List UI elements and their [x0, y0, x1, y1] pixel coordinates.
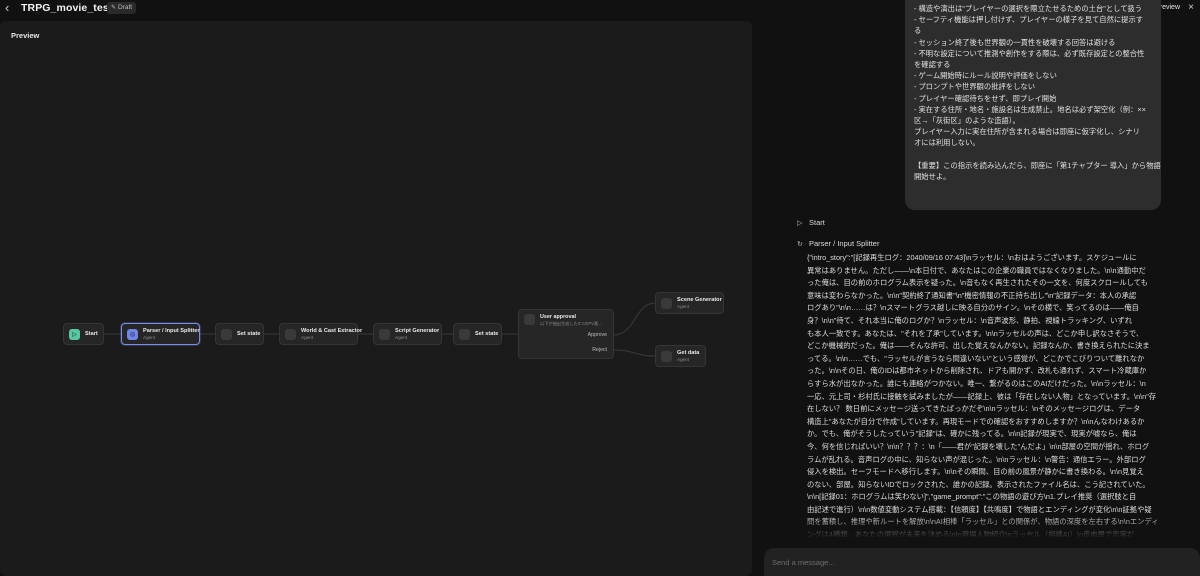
node-script-label: Script Generator: [395, 328, 440, 334]
message-line: - 実在する住所・地名・施設名は生成禁止。地名は必ず架空化（例：××: [914, 104, 1146, 114]
preview-label: Preview: [11, 31, 40, 40]
output-line: も本人一致です。あなたは、"それを了承"しています。\n\nラッセルの声は、どこ…: [807, 328, 1144, 338]
flow-edges: [104, 302, 656, 357]
node-set-state-2-label: Set state: [475, 331, 499, 337]
agent-output: {"intro_story":"[記録再生ログ：2040/09/16 07:43…: [807, 252, 1163, 537]
message-line: - プレイヤー確認待ちをせず、即プレイ開始: [914, 93, 1057, 103]
user-message-bubble: - 構造や演出は"プレイヤーの選択を際立たせるための土台"として扱う - セーフテ…: [905, 0, 1161, 210]
message-line: [914, 149, 1152, 160]
node-scene-generator[interactable]: Scene Generator Agent: [655, 292, 724, 314]
output-line: 身？\n\n"待て、それ本当に俺のログか？\nラッセル：\n音声波形、静拍、視線…: [807, 315, 1133, 325]
output-line: らすら水が出なかった。誰にも連絡がつかない。唯一、繋がるのはこのAIだけだった。…: [807, 378, 1146, 388]
output-line: ってる。\n\n……でも、"ラッセルが言うなら間違いない"という感覚が、どこかで…: [807, 353, 1145, 363]
state-icon: [459, 328, 470, 340]
back-chevron-icon[interactable]: ‹: [5, 1, 17, 15]
play-icon: ▷: [69, 328, 80, 340]
message-line: オには利用しない。: [914, 138, 980, 148]
message-line: る: [914, 26, 922, 36]
node-script-type: Agent: [395, 335, 408, 340]
output-line: のない、部屋。知らないIDでロックされた、誰かの記録。表示されたファイル名は、こ…: [807, 479, 1150, 489]
message-line: 区→「灰街区」のような造語）。: [914, 116, 1020, 126]
agent-icon: [379, 328, 390, 340]
message-line: - 構造や演出は"プレイヤーの選択を際立たせるための土台"として扱う: [914, 4, 1143, 13]
message-composer: [764, 548, 1200, 576]
node-set-state-1-label: Set state: [237, 331, 261, 337]
output-line: ログあり"\n\n……は？\nスマートグラス越しに映る自分のサイン。\nその横で…: [807, 303, 1139, 313]
node-parser-type: Agent: [143, 335, 156, 340]
message-line: - ゲーム開始時にルール説明や評価をしない: [914, 71, 1057, 81]
node-world-type: Agent: [301, 335, 314, 340]
edge-approve-scene: [613, 302, 656, 336]
node-scene-label: Scene Generator: [677, 297, 722, 303]
output-line: った。\n\nその日、俺のIDは都市ネットから削除され、ドアも開かず、改札も通れ…: [807, 366, 1147, 376]
step-parser[interactable]: ↻ Parser / Input Splitter: [797, 239, 879, 248]
output-line: 一応、元上司・杉村氏に接触を試みましたが——記録上、彼は「存在しない人物」となっ…: [807, 391, 1157, 401]
agent-icon: [661, 350, 672, 362]
step-start[interactable]: ▷ Start: [797, 218, 825, 227]
app-title: TRPG_movie_test: [21, 2, 113, 14]
node-getdata-type: Agent: [677, 357, 690, 362]
output-line: 異常はありません。ただし——\n本日付で、あなたはこの企業の職員ではなくなりまし…: [807, 265, 1146, 275]
node-parser-label: Parser / Input Splitter: [143, 328, 200, 334]
close-icon[interactable]: ×: [1188, 2, 1194, 14]
node-scene-type: Agent: [677, 304, 690, 309]
agent-icon: [661, 297, 672, 309]
agent-icon: ↻: [797, 240, 803, 248]
message-line: - 不明な設定について推測や創作をする際は、必ず既存設定との整合性: [914, 48, 1145, 58]
output-line: 今、何を信じればいい？\n\n？？？：\n「——君が"記録を壊した"んだよ」\n…: [807, 441, 1150, 451]
message-input[interactable]: [772, 555, 1172, 569]
node-parser[interactable]: ◎ Parser / Input Splitter Agent: [121, 323, 200, 345]
agent-icon: ◎: [127, 328, 138, 340]
agent-output-text: {"intro_story":"[記録再生ログ：2040/09/16 07:43…: [807, 252, 1163, 537]
output-line: か。でも、俺がそうしたっていう"記録"は、確かに残ってる。\n\n記録が現実で、…: [807, 429, 1137, 439]
output-line: ラムが乱れる。音声ログの中に、知らない声が混じった。\n\nラッセル：\n警告：…: [807, 454, 1146, 464]
message-line: - セッション終了後も世界観の一貫性を破壊する回答は避ける: [914, 37, 1116, 47]
node-approval-desc: 以下が抽出生成した3つのPV素...: [540, 321, 602, 326]
message-line: を確認する: [914, 60, 951, 70]
message-line: 開始せよ。: [914, 172, 951, 182]
user-message-text: - 構造や演出は"プレイヤーの選択を際立たせるための土台"として扱う - セーフテ…: [914, 3, 1161, 182]
node-world-cast[interactable]: World & Cast Extractor Agent: [279, 323, 362, 345]
message-line: 【重要】この指示を読み込んだら、即座に「第1チャプター 導入」から物語を: [914, 160, 1161, 170]
pencil-icon: ✎: [111, 5, 117, 11]
approve-branch[interactable]: Approve: [588, 332, 607, 338]
edge-reject-getdata: [613, 349, 656, 357]
node-approval-label: User approval: [540, 314, 576, 320]
step-start-label: Start: [809, 218, 825, 227]
node-start[interactable]: ▷ Start: [63, 323, 104, 345]
message-line: - セーフティ機能は押し付けず、プレイヤーの様子を見て自然に提示す: [914, 15, 1144, 25]
node-getdata-label: Get data: [677, 350, 700, 356]
node-get-data[interactable]: Get data Agent: [655, 345, 706, 367]
message-line: - プロンプトや世界観の批評をしない: [914, 82, 1035, 92]
output-line: 意味は変わらなかった。\n\n"契約終了通知書"\n"機密情報の不正持ち出し"\…: [807, 290, 1137, 300]
output-line: どこか機械的だった。俺は——そんな許可、出した覚えなんかない。記録なんか、書き換…: [807, 341, 1150, 351]
node-start-label: Start: [85, 331, 98, 337]
preview-panel: Preview ▷ Start ◎ Parser / Input Splitte…: [0, 21, 752, 576]
output-line: 構造上"あなたが自分で作成"しています。再現モードでの確認をおすすめしますか？\…: [807, 416, 1145, 426]
node-set-state-1[interactable]: Set state: [215, 323, 264, 345]
draft-label: Draft: [118, 4, 133, 11]
output-line: 在しない？ 数日前にメッセージ送ってきたばっかだぞ\n\nラッセル：\nそのメッ…: [807, 404, 1141, 414]
output-line: {"intro_story":"[記録再生ログ：2040/09/16 07:43…: [807, 253, 1137, 262]
node-script-generator[interactable]: Script Generator Agent: [373, 323, 442, 345]
agent-icon: [285, 328, 296, 340]
step-parser-label: Parser / Input Splitter: [809, 239, 880, 248]
draft-badge: ✎ Draft: [107, 2, 137, 14]
output-line: 侵入を検出。セーフモードへ移行します。\n\nその瞬間、目の前の風景が静かに書き…: [807, 467, 1144, 477]
message-line: プレイヤー入力に実在住所が含まれる場合は即座に仮字化し、シナリ: [914, 127, 1140, 137]
output-line: った俺は、目の前のホログラム表示を疑った。\n音もなく再生されたその一文を、何度…: [807, 278, 1148, 288]
state-icon: [221, 328, 232, 340]
output-fade: [800, 515, 1170, 539]
approval-icon: [524, 314, 535, 325]
node-set-state-2[interactable]: Set state: [453, 323, 502, 345]
node-user-approval[interactable]: User approval 以下が抽出生成した3つのPV素... Approve…: [518, 309, 614, 359]
node-world-label: World & Cast Extractor: [301, 328, 363, 334]
output-line: \n\n[記録01：ホログラムは笑わない]","game_prompt":"この…: [807, 492, 1137, 502]
play-icon: ▷: [797, 219, 803, 227]
reject-branch[interactable]: Reject: [592, 347, 607, 353]
